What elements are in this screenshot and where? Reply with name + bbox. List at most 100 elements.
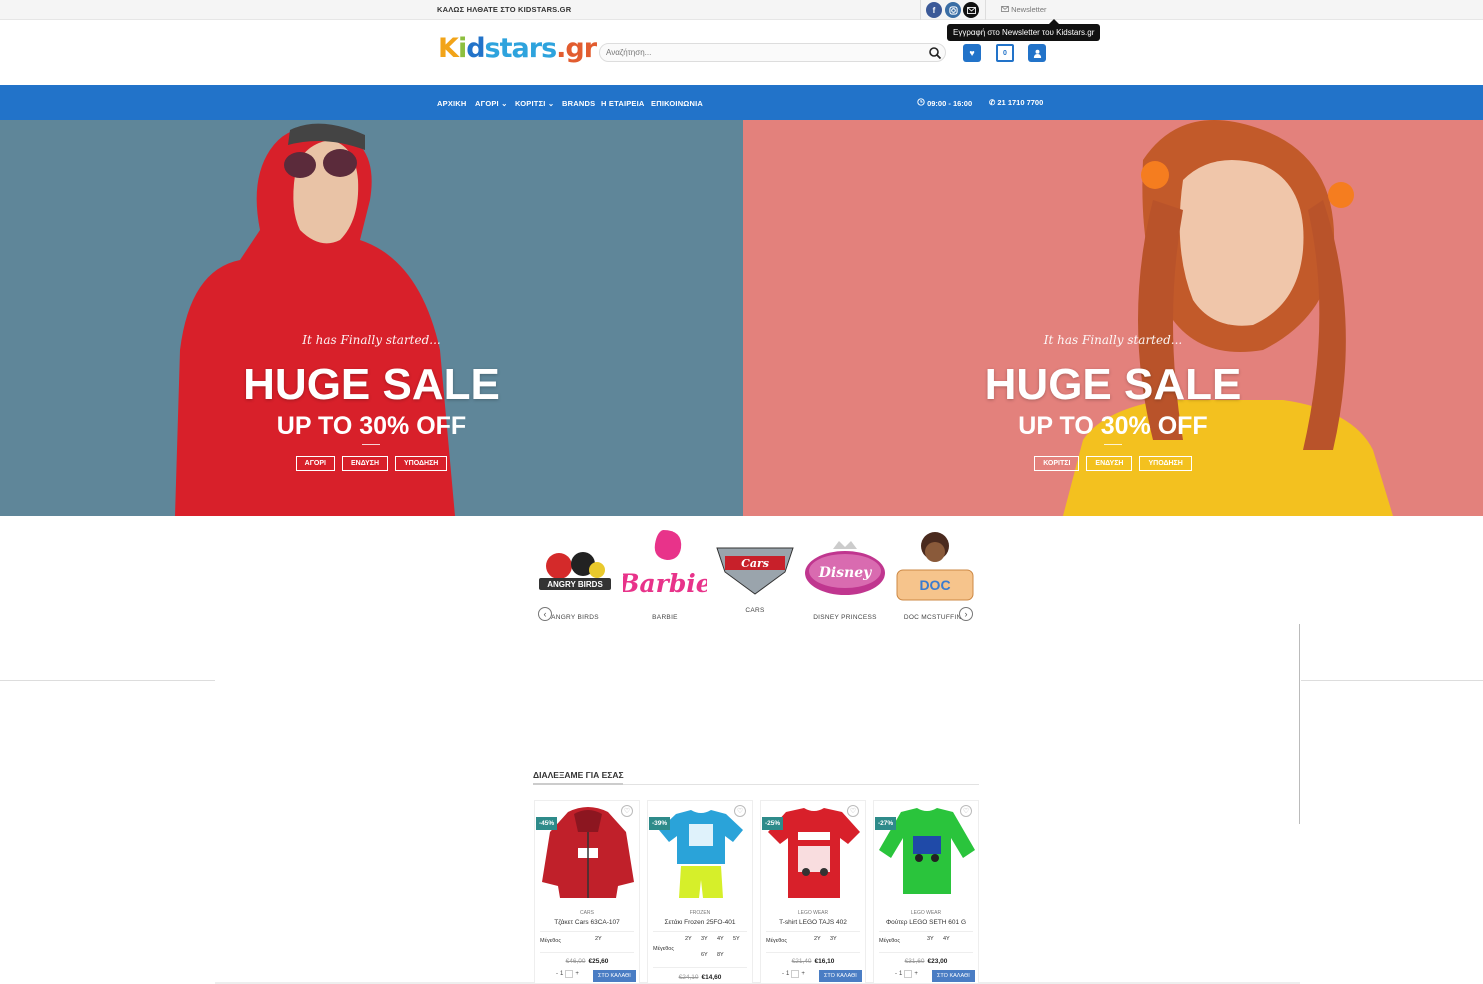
product-brand: LEGO WEAR xyxy=(910,910,942,916)
qty-spinner[interactable] xyxy=(791,970,800,978)
cart-button[interactable]: 0 xyxy=(996,44,1014,62)
qty-value[interactable]: 1 xyxy=(786,971,789,977)
size-option[interactable]: 4Y xyxy=(717,936,724,942)
quantity-stepper[interactable]: -1 + xyxy=(782,970,805,978)
barbie-logo: Barbie xyxy=(623,527,707,605)
qty-value[interactable]: 1 xyxy=(899,971,902,977)
size-option[interactable]: 2Y xyxy=(814,936,821,942)
hero-button-clothing[interactable]: ΕΝΔΥΣΗ xyxy=(341,456,389,471)
divider xyxy=(653,967,747,968)
qty-value[interactable]: 1 xyxy=(560,971,563,977)
divider xyxy=(653,931,747,932)
old-price: €21,40 xyxy=(791,958,812,965)
quantity-stepper[interactable]: -1 + xyxy=(895,970,918,978)
size-option[interactable]: 3Y xyxy=(701,936,708,942)
discount-badge: -45% xyxy=(536,817,558,830)
brand-name: BARBIE xyxy=(652,614,678,621)
brand-barbie[interactable]: Barbie BARBIE xyxy=(623,527,707,621)
quantity-stepper[interactable]: -1 + xyxy=(556,970,579,978)
hero-title: HUGE SALE xyxy=(243,360,500,409)
nav-item-brands[interactable]: BRANDS xyxy=(562,99,595,108)
size-option[interactable]: 3Y xyxy=(830,936,837,942)
product-brand: CARS xyxy=(580,910,594,916)
nav-item-girl[interactable]: ΚΟΡΙΤΣΙ ⌄ xyxy=(515,99,554,108)
qty-minus[interactable]: - xyxy=(556,971,558,977)
search-icon[interactable] xyxy=(928,46,942,60)
carousel-next-arrow-icon[interactable]: › xyxy=(959,607,973,621)
size-label: Μέγεθος xyxy=(540,938,562,944)
size-label: Μέγεθος xyxy=(766,938,788,944)
hero-button-clothing[interactable]: ΕΝΔΥΣΗ xyxy=(1086,456,1133,471)
wishlist-heart-icon[interactable]: ♡ xyxy=(621,805,633,817)
divider xyxy=(985,0,986,20)
hero-title: HUGE SALE xyxy=(984,360,1242,409)
hero-button-boy[interactable]: ΑΓΟΡΙ xyxy=(295,456,335,471)
nav-item-home[interactable]: ΑΡΧΙΚΗ xyxy=(437,99,467,108)
brand-cars[interactable]: Cars CARS xyxy=(713,527,797,614)
search-input[interactable] xyxy=(599,43,946,62)
clock-icon xyxy=(917,98,925,106)
product-name[interactable]: Σετάκι Frozen 25FO-401 xyxy=(648,919,752,926)
wishlist-heart-icon[interactable]: ♡ xyxy=(960,805,972,817)
hero-banner-boy[interactable]: It has Finally started... HUGE SALE UP T… xyxy=(0,120,743,516)
phone-icon: ✆ xyxy=(989,98,996,107)
discount-badge: -27% xyxy=(875,817,897,830)
cart-count: 0 xyxy=(1003,49,1007,57)
hero-banner-girl[interactable]: It has Finally started... HUGE SALE UP T… xyxy=(743,120,1483,516)
size-option[interactable]: 5Y xyxy=(733,936,740,942)
product-card[interactable]: -27% ♡ LEGO WEAR Φούτερ LEGO SETH 601 G … xyxy=(873,800,979,984)
brand-disney-princess[interactable]: Disney DISNEY PRINCESS xyxy=(803,527,887,621)
add-to-cart-button[interactable]: ΣΤΟ ΚΑΛΑΘΙ xyxy=(593,970,636,982)
welcome-text: ΚΑΛΩΣ ΗΛΘΑΤΕ ΣΤΟ KIDSTARS.GR xyxy=(437,5,572,14)
nav-item-boy[interactable]: ΑΓΟΡΙ ⌄ xyxy=(475,99,508,108)
wishlist-heart-icon[interactable]: ♥ xyxy=(963,44,981,62)
size-option[interactable]: 2Y xyxy=(685,936,692,942)
site-logo[interactable]: Kidstars.gr xyxy=(438,33,597,64)
wishlist-heart-icon[interactable]: ♡ xyxy=(734,805,746,817)
hero-button-shoes[interactable]: ΥΠΟΔΗΣΗ xyxy=(395,456,448,471)
size-option[interactable]: 4Y xyxy=(943,936,950,942)
nav-item-company[interactable]: Η ΕΤΑΙΡΕΙΑ xyxy=(601,99,645,108)
sale-price: €14,60 xyxy=(701,974,722,981)
product-name[interactable]: Φούτερ LEGO SETH 601 G xyxy=(874,919,978,926)
qty-plus[interactable]: + xyxy=(575,971,579,977)
qty-spinner[interactable] xyxy=(565,970,574,978)
product-card[interactable]: -39% ♡ FROZEN Σετάκι Frozen 25FO-401 Μέγ… xyxy=(647,800,753,984)
newsletter-link[interactable]: Newsletter xyxy=(1001,5,1047,14)
add-to-cart-button[interactable]: ΣΤΟ ΚΑΛΑΘΙ xyxy=(932,970,975,982)
main-nav: ΑΡΧΙΚΗ ΑΓΟΡΙ ⌄ ΚΟΡΙΤΣΙ ⌄ BRANDS Η ΕΤΑΙΡΕ… xyxy=(0,85,1483,120)
qty-plus[interactable]: + xyxy=(914,971,918,977)
svg-text:ANGRY BIRDS: ANGRY BIRDS xyxy=(547,580,603,589)
qty-plus[interactable]: + xyxy=(801,971,805,977)
section-underline xyxy=(533,783,979,785)
size-option[interactable]: 8Y xyxy=(717,952,724,958)
product-name[interactable]: T-shirt LEGO TAJS 402 xyxy=(761,919,865,926)
size-option[interactable]: 3Y xyxy=(927,936,934,942)
opening-hours: 09:00 - 16:00 xyxy=(917,98,972,108)
instagram-icon[interactable] xyxy=(945,2,961,18)
qty-minus[interactable]: - xyxy=(895,971,897,977)
wishlist-heart-icon[interactable]: ♡ xyxy=(847,805,859,817)
add-to-cart-button[interactable]: ΣΤΟ ΚΑΛΑΘΙ xyxy=(819,970,862,982)
carousel-prev-arrow-icon[interactable]: ‹ xyxy=(538,607,552,621)
product-card[interactable]: -45% ♡ CARS Τζάκετ Cars 63CA-107 Μέγεθος… xyxy=(534,800,640,984)
facebook-icon[interactable]: f xyxy=(926,2,942,18)
size-option[interactable]: 6Y xyxy=(701,952,708,958)
qty-spinner[interactable] xyxy=(904,970,913,978)
product-price: €24,10 €14,60 xyxy=(648,974,752,981)
product-card[interactable]: -25% ♡ LEGO WEAR T-shirt LEGO TAJS 402 Μ… xyxy=(760,800,866,984)
hero-tagline: It has Finally started... xyxy=(302,333,441,347)
phone-number[interactable]: ✆ 21 1710 7700 xyxy=(989,98,1043,107)
hero-button-shoes[interactable]: ΥΠΟΔΗΣΗ xyxy=(1139,456,1192,471)
hero-button-girl[interactable]: ΚΟΡΙΤΣΙ xyxy=(1034,456,1080,471)
product-name[interactable]: Τζάκετ Cars 63CA-107 xyxy=(535,919,639,926)
divider xyxy=(1301,680,1483,681)
newsletter-label: Newsletter xyxy=(1011,5,1047,14)
svg-text:Cars: Cars xyxy=(741,557,769,570)
size-option[interactable]: 2Y xyxy=(595,936,602,942)
account-user-icon[interactable] xyxy=(1028,44,1046,62)
qty-minus[interactable]: - xyxy=(782,971,784,977)
nav-item-contact[interactable]: ΕΠΙΚΟΙΝΩΝΙΑ xyxy=(651,99,703,108)
email-icon[interactable] xyxy=(963,2,979,18)
size-label: Μέγεθος xyxy=(653,946,675,952)
